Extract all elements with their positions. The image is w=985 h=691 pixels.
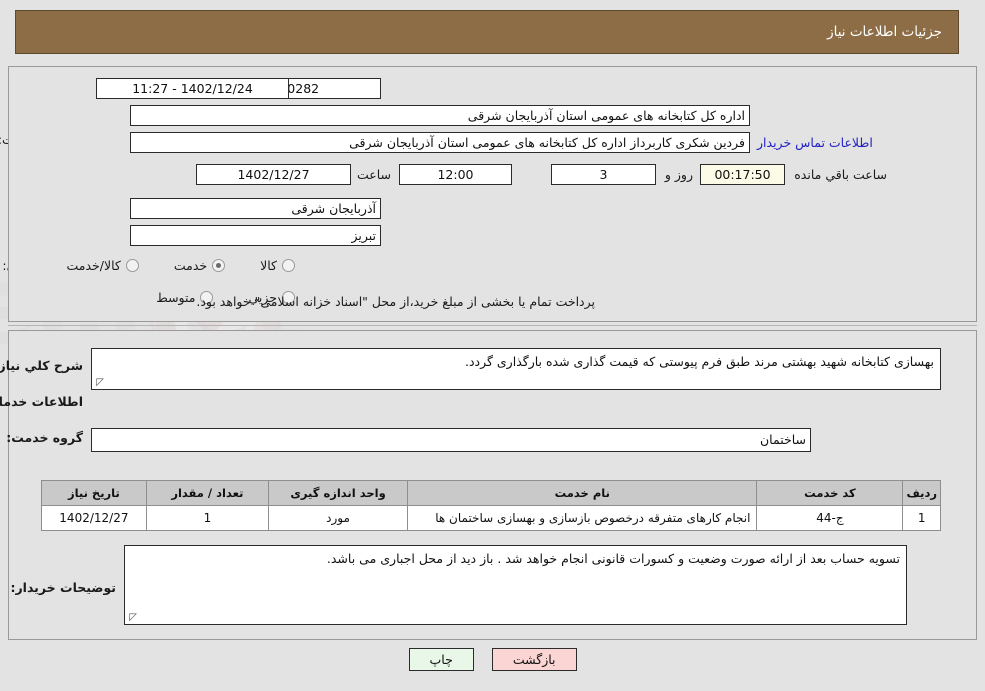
cell-index: 1 [902, 505, 941, 531]
request-creator-field[interactable]: فردین شکری کاربرداز اداره کل کتابخانه ها… [130, 132, 750, 153]
buyer-contact-link[interactable]: اطلاعات تماس خریدار [757, 135, 873, 150]
buyer-org-field[interactable]: اداره کل کتابخانه های عمومی استان آذربای… [130, 105, 750, 126]
radio-label-kala-khedmat: کالا/خدمت [66, 258, 121, 273]
deadline-hour-field[interactable]: 12:00 [399, 164, 512, 185]
deadline-hour-label: ساعت [356, 167, 391, 182]
delivery-province-field[interactable]: آذربایجان شرقی [130, 198, 381, 219]
cell-date: 1402/12/27 [41, 505, 147, 531]
services-table: ردیف کد خدمت نام خدمت واحد اندازه گیری ت… [41, 480, 941, 531]
subject-category-radio-group: کالا خدمت کالا/خدمت [66, 258, 295, 273]
col-quantity: تعداد / مقدار [145, 480, 270, 506]
remaining-hours-label: ساعت باقي مانده [794, 167, 887, 182]
table-header-row: ردیف کد خدمت نام خدمت واحد اندازه گیری ت… [41, 480, 941, 506]
buyer-notes-label: توضیحات خریدار: [10, 580, 116, 595]
page-header: جزئیات اطلاعات نیاز [15, 10, 959, 54]
print-button[interactable]: چاپ [408, 648, 474, 671]
remaining-days-field[interactable]: 3 [551, 164, 656, 185]
resize-grip-icon[interactable]: ◸ [94, 378, 104, 388]
col-index: ردیف [902, 480, 941, 506]
col-date: تاریخ نیاز [41, 480, 147, 506]
back-button[interactable]: بازگشت [491, 648, 577, 671]
radio-option-kala[interactable]: کالا [260, 258, 295, 273]
radio-label-kala: کالا [260, 258, 277, 273]
general-description-textarea[interactable]: بهسازی کتابخانه شهید بهشتی مرند طبق فرم … [91, 348, 941, 390]
action-buttons: بازگشت چاپ [0, 648, 985, 671]
days-label: روز و [664, 167, 693, 182]
cell-name: انجام کارهای متفرقه درخصوص بازسازی و بهس… [407, 505, 758, 531]
section-divider [8, 325, 977, 326]
cell-code: ج-44 [756, 505, 904, 531]
radio-option-khedmat[interactable]: خدمت [173, 258, 226, 273]
resize-grip-icon-notes[interactable]: ◸ [127, 613, 137, 623]
payment-note-text: پرداخت تمام یا بخشی از مبلغ خرید،از محل … [196, 294, 595, 309]
radio-label-motevaset: متوسط [156, 290, 196, 305]
buyer-notes-textarea[interactable]: تسویه حساب بعد از ارائه صورت وضعیت و کسو… [124, 545, 907, 625]
page-title: جزئیات اطلاعات نیاز [827, 24, 942, 40]
services-section-title: اطلاعات خدمات مورد نیاز [0, 394, 83, 409]
countdown-field[interactable]: 00:17:50 [700, 164, 785, 185]
cell-quantity: 1 [145, 505, 270, 531]
radio-icon-kala[interactable] [282, 259, 295, 272]
general-description-text: بهسازی کتابخانه شهید بهشتی مرند طبق فرم … [464, 354, 934, 369]
col-name: نام خدمت [407, 480, 758, 506]
announce-datetime-field[interactable]: 1402/12/24 - 11:27 [96, 78, 289, 99]
radio-icon-khedmat[interactable] [212, 259, 226, 272]
col-code: کد خدمت [756, 480, 904, 506]
radio-option-kala-khedmat[interactable]: کالا/خدمت [66, 258, 139, 273]
radio-label-khedmat: خدمت [173, 258, 208, 273]
delivery-city-field[interactable]: تبریز [130, 225, 381, 246]
deadline-date-field[interactable]: 1402/12/27 [196, 164, 351, 185]
service-group-label: گروه خدمت: [6, 430, 83, 445]
table-row[interactable]: 1 ج-44 انجام کارهای متفرقه درخصوص بازساز… [41, 505, 941, 531]
buyer-notes-text: تسویه حساب بعد از ارائه صورت وضعیت و کسو… [326, 551, 900, 566]
radio-icon-kala-khedmat[interactable] [125, 259, 139, 272]
col-unit: واحد اندازه گیری [267, 480, 409, 506]
page-root: AriaTender.net جزئیات اطلاعات نیاز شماره… [0, 0, 985, 691]
general-description-label: شرح کلي نیاز: [0, 358, 83, 373]
service-group-field[interactable]: ساختمان [91, 428, 811, 452]
cell-unit: مورد [267, 505, 409, 531]
